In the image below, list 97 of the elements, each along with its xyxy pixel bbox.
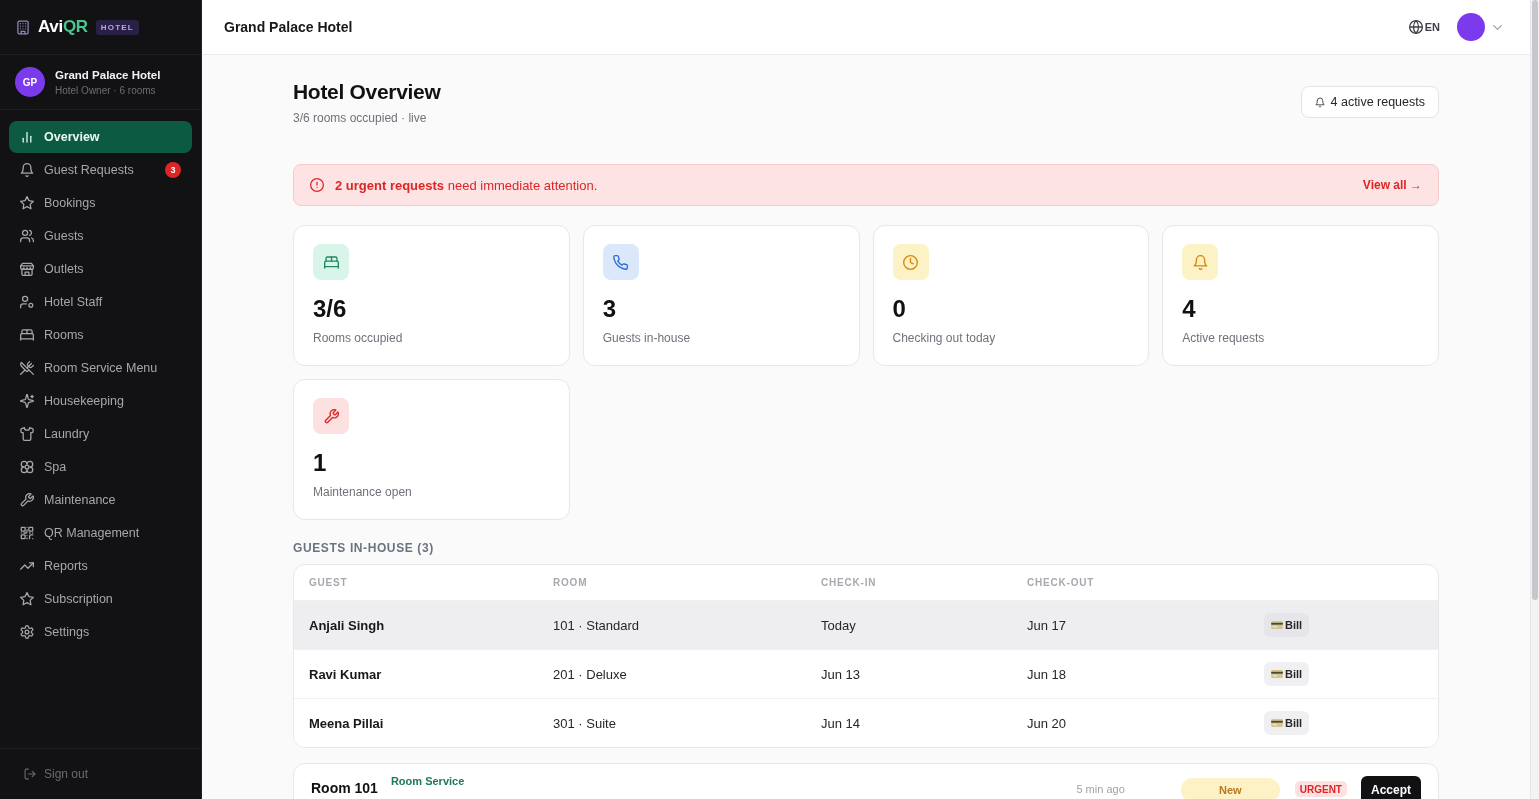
alert-message: 2 urgent requests need immediate attention. [335, 177, 598, 193]
stat-label: Maintenance open [313, 484, 413, 500]
stat-label: Guests in-house [602, 330, 692, 346]
guest-name: Ravi Kumar [309, 666, 382, 682]
table-cell: Today [821, 617, 856, 633]
table-cell: 301 · Suite [553, 715, 616, 731]
language-button[interactable]: EN [1408, 20, 1440, 34]
column-header: CHECK-IN [821, 577, 878, 588]
bed-icon [20, 328, 34, 342]
table-cell: 101 · Standard [553, 617, 639, 633]
building-icon [16, 18, 30, 36]
sidebar-item[interactable]: Bookings [9, 187, 192, 219]
bill-button[interactable]: Bill [1264, 662, 1310, 686]
sidebar-item[interactable]: Settings [9, 616, 192, 648]
sidebar-item[interactable]: Guests [9, 220, 192, 252]
sidebar-item[interactable]: Room Service Menu [9, 352, 192, 384]
profile-name: Grand Palace Hotel [55, 68, 161, 81]
logo-text: AviQR [38, 17, 88, 37]
stat-label: Rooms occupied [313, 330, 404, 346]
table-cell: Jun 17 [1027, 617, 1067, 633]
column-header: CHECK-OUT [1027, 577, 1096, 588]
stat-value: 1 [313, 448, 328, 478]
star-icon [20, 592, 34, 606]
star-icon [20, 196, 34, 210]
log-out-icon [24, 768, 36, 780]
settings-icon [20, 625, 34, 639]
request-time: 5 min ago [1076, 783, 1125, 796]
sign-out-button[interactable]: Sign out [20, 765, 93, 783]
trending-up-icon [20, 559, 34, 573]
sidebar-item[interactable]: Hotel Staff [9, 286, 192, 318]
sidebar-item[interactable]: Reports [9, 550, 192, 582]
wrench-icon [20, 493, 34, 507]
table-cell: Jun 13 [821, 666, 861, 682]
bill-button[interactable]: Bill [1264, 613, 1310, 637]
bar-chart-icon [20, 130, 34, 144]
column-header: ROOM [553, 577, 589, 588]
sidebar-item[interactable]: Spa [9, 451, 192, 483]
sidebar-item[interactable]: Laundry [9, 418, 192, 450]
table-cell: Jun 14 [821, 715, 861, 731]
profile-subtitle: Hotel Owner · 6 rooms [55, 84, 157, 96]
request-room: Room 101 [311, 780, 378, 797]
header-title: Grand Palace Hotel [224, 19, 353, 35]
shirt-icon [20, 427, 34, 441]
column-header: GUEST [309, 577, 349, 588]
bill-button[interactable]: Bill [1264, 711, 1310, 735]
credit-card-icon [1271, 670, 1283, 678]
section-heading: GUESTS IN-HOUSE (3) [293, 540, 435, 556]
sidebar-item[interactable]: QR Management [9, 517, 192, 549]
bell-icon [20, 163, 34, 177]
credit-card-icon [1271, 621, 1283, 629]
sidebar-item[interactable]: Subscription [9, 583, 192, 615]
count-badge: 3 [165, 162, 181, 178]
clock-icon [892, 244, 929, 280]
qr-code-icon [20, 526, 34, 540]
logo-badge: HOTEL [95, 19, 139, 35]
sidebar-item[interactable]: Maintenance [9, 484, 192, 516]
priority-badge: URGENT [1294, 781, 1347, 797]
stat-label: Checking out today [892, 330, 997, 346]
accept-button[interactable]: Accept [1361, 776, 1421, 799]
globe-icon [1408, 20, 1423, 34]
bell-icon [1314, 96, 1325, 108]
table-cell: Jun 20 [1027, 715, 1067, 731]
active-requests-button[interactable]: 4 active requests [1300, 86, 1439, 118]
avatar: GP [15, 67, 45, 97]
credit-card-icon [1271, 719, 1283, 727]
scrollbar-thumb[interactable] [1532, 0, 1538, 600]
sidebar-item[interactable]: Overview [9, 121, 192, 153]
stat-value: 3 [602, 294, 618, 324]
view-all-link[interactable]: View all → [1362, 178, 1422, 192]
user-gear-icon [20, 295, 34, 309]
flower-icon [20, 460, 34, 474]
alert-icon [310, 178, 324, 192]
store-icon [20, 262, 34, 276]
sidebar-item[interactable]: Outlets [9, 253, 192, 285]
table-cell: 201 · Deluxe [553, 666, 627, 682]
request-type: Room Service [390, 775, 465, 788]
stat-value: 3/6 [313, 294, 348, 324]
stat-label: Active requests [1182, 330, 1266, 346]
wrench-icon [313, 398, 349, 434]
stat-value: 4 [1182, 294, 1197, 324]
bed-icon [313, 244, 349, 280]
guest-name: Anjali Singh [309, 617, 385, 633]
phone-icon [602, 244, 639, 280]
avatar-button[interactable] [1457, 13, 1485, 41]
table-cell: Jun 18 [1027, 666, 1067, 682]
bell-icon [1182, 244, 1219, 280]
utensils-icon [20, 361, 34, 375]
chevron-down-icon [1493, 24, 1502, 30]
page-subtitle: 3/6 rooms occupied · live [293, 111, 428, 125]
users-icon [20, 229, 34, 243]
sidebar-item[interactable]: Rooms [9, 319, 192, 351]
sidebar-item[interactable]: Guest Requests 3 [9, 154, 192, 186]
sidebar-item[interactable]: Housekeeping [9, 385, 192, 417]
guest-name: Meena Pillai [309, 715, 384, 731]
stat-value: 0 [892, 294, 907, 324]
page-title: Hotel Overview [293, 79, 441, 105]
sparkles-icon [20, 394, 34, 408]
